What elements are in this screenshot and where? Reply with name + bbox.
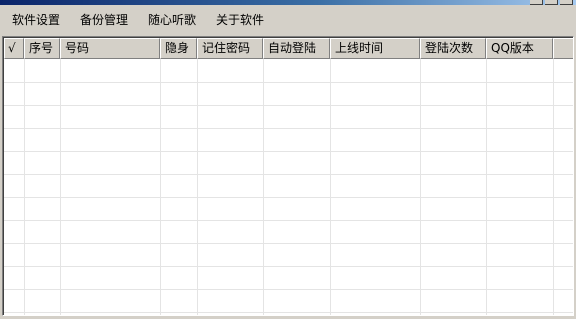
grid-column-line (60, 59, 61, 315)
grid-column-line (160, 59, 161, 315)
column-header-filler (553, 38, 573, 59)
grid-column-line (24, 59, 25, 315)
column-header-auto-login[interactable]: 自动登陆 (263, 38, 330, 59)
column-header-login-count[interactable]: 登陆次数 (420, 38, 486, 59)
column-header-check[interactable]: √ (4, 38, 24, 59)
menu-about-software[interactable]: 关于软件 (214, 12, 266, 28)
column-header-qq-version[interactable]: QQ版本 (486, 38, 553, 59)
menu-backup-management[interactable]: 备份管理 (78, 12, 130, 28)
grid-row-line (4, 197, 573, 198)
list-header: √ 序号 号码 隐身 记住密码 自动登陆 上线时间 登陆次数 QQ版本 (4, 38, 573, 59)
menu-random-music[interactable]: 随心听歌 (146, 12, 198, 28)
grid-row-line (4, 312, 573, 313)
grid-row-line (4, 128, 573, 129)
grid-row-line (4, 174, 573, 175)
grid-row-line (4, 220, 573, 221)
grid-row-line (4, 289, 573, 290)
account-list[interactable]: √ 序号 号码 隐身 记住密码 自动登陆 上线时间 登陆次数 QQ版本 (2, 36, 574, 316)
grid-row-line (4, 105, 573, 106)
menu-bar: 软件设置 备份管理 随心听歌 关于软件 (0, 5, 576, 35)
grid-row-line (4, 243, 573, 244)
column-header-remember-password[interactable]: 记住密码 (197, 38, 263, 59)
column-header-number[interactable]: 号码 (60, 38, 160, 59)
grid-column-line (553, 59, 554, 315)
column-header-invisible[interactable]: 隐身 (160, 38, 197, 59)
grid-column-line (197, 59, 198, 315)
grid-column-line (486, 59, 487, 315)
grid-column-line (330, 59, 331, 315)
grid-row-line (4, 266, 573, 267)
grid-column-line (420, 59, 421, 315)
grid-row-line (4, 82, 573, 83)
grid-row-line (4, 151, 573, 152)
menu-software-settings[interactable]: 软件设置 (10, 12, 62, 28)
column-header-online-time[interactable]: 上线时间 (330, 38, 420, 59)
column-header-index[interactable]: 序号 (24, 38, 60, 59)
grid-column-line (263, 59, 264, 315)
